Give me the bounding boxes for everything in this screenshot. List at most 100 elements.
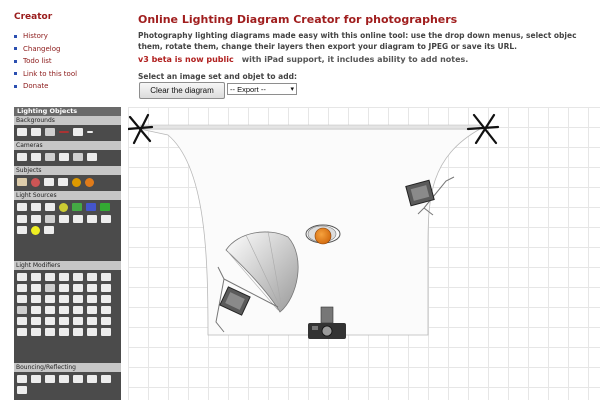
camera-icon[interactable] <box>17 153 27 161</box>
modifier-icon[interactable] <box>101 295 111 303</box>
light-icon[interactable] <box>86 203 96 211</box>
modifier-icon[interactable] <box>59 273 69 281</box>
modifier-icon[interactable] <box>101 273 111 281</box>
modifier-icon[interactable] <box>73 295 83 303</box>
clear-diagram-button[interactable]: Clear the diagram <box>139 82 225 99</box>
backdrop-icon[interactable] <box>87 131 93 133</box>
light-icon[interactable] <box>31 215 41 223</box>
modifier-icon[interactable] <box>59 306 69 314</box>
modifier-icon[interactable] <box>73 317 83 325</box>
backdrop-icon[interactable] <box>45 128 55 136</box>
modifier-icon[interactable] <box>31 273 41 281</box>
modifier-icon[interactable] <box>31 306 41 314</box>
modifier-icon[interactable] <box>45 295 55 303</box>
light-icon[interactable] <box>44 226 54 234</box>
modifier-icon[interactable] <box>45 306 55 314</box>
light-icon[interactable] <box>45 203 55 211</box>
subject-icon[interactable] <box>58 178 68 186</box>
backdrop-stand-right[interactable] <box>466 113 500 145</box>
backdrop-icon[interactable] <box>73 128 83 136</box>
light-icon[interactable] <box>17 203 27 211</box>
light-icon[interactable] <box>45 215 55 223</box>
modifier-icon[interactable] <box>87 317 97 325</box>
modifier-icon[interactable] <box>31 317 41 325</box>
reflector-icon[interactable] <box>73 375 83 383</box>
subject-icon[interactable] <box>44 178 54 186</box>
light-icon[interactable] <box>31 226 40 235</box>
modifier-icon[interactable] <box>59 317 69 325</box>
modifier-icon[interactable] <box>17 273 27 281</box>
nav-link-to-tool[interactable]: Link to this tool <box>14 68 77 81</box>
group-subjects: Subjects <box>14 166 121 190</box>
backdrop-icon[interactable] <box>17 128 27 136</box>
modifier-icon[interactable] <box>101 284 111 292</box>
light-icon[interactable] <box>17 215 27 223</box>
camera-icon[interactable] <box>59 153 69 161</box>
subject-icon[interactable] <box>72 178 81 187</box>
beta-link[interactable]: v3 beta is now public <box>138 55 234 64</box>
modifier-icon[interactable] <box>17 328 27 336</box>
modifier-icon[interactable] <box>101 306 111 314</box>
modifier-icon[interactable] <box>59 295 69 303</box>
reflector-icon[interactable] <box>17 375 27 383</box>
subject-icon[interactable] <box>31 178 40 187</box>
modifier-icon[interactable] <box>87 284 97 292</box>
backdrop-icon[interactable] <box>59 131 69 133</box>
light-icon[interactable] <box>101 215 111 223</box>
modifier-icon[interactable] <box>87 295 97 303</box>
light-icon[interactable] <box>17 226 27 234</box>
camera-icon[interactable] <box>31 153 41 161</box>
export-select[interactable]: -- Export -- ▾ <box>227 83 297 95</box>
nav-link-todo-list[interactable]: Todo list <box>14 55 77 68</box>
light-icon[interactable] <box>87 215 97 223</box>
modifier-icon[interactable] <box>101 328 111 336</box>
backdrop-icon[interactable] <box>31 128 41 136</box>
modifier-icon[interactable] <box>45 284 55 292</box>
subject-icon[interactable] <box>17 178 27 186</box>
nav-link-donate[interactable]: Donate <box>14 80 77 93</box>
modifier-icon[interactable] <box>17 317 27 325</box>
group-light-sources: Light Sources <box>14 191 121 238</box>
reflector-icon[interactable] <box>101 375 111 383</box>
modifier-icon[interactable] <box>73 306 83 314</box>
modifier-icon[interactable] <box>59 284 69 292</box>
modifier-icon[interactable] <box>87 273 97 281</box>
modifier-icon[interactable] <box>101 317 111 325</box>
camera-icon[interactable] <box>73 153 83 161</box>
panel-title: Lighting Objects <box>14 107 121 116</box>
modifier-icon[interactable] <box>17 306 27 314</box>
modifier-icon[interactable] <box>45 273 55 281</box>
modifier-icon[interactable] <box>73 284 83 292</box>
modifier-icon[interactable] <box>45 317 55 325</box>
light-icon[interactable] <box>59 203 68 212</box>
light-icon[interactable] <box>72 203 82 211</box>
reflector-icon[interactable] <box>31 375 41 383</box>
modifier-icon[interactable] <box>59 328 69 336</box>
modifier-icon[interactable] <box>73 273 83 281</box>
light-icon[interactable] <box>59 215 69 223</box>
camera-icon[interactable] <box>87 153 97 161</box>
nav-link-history[interactable]: History <box>14 30 77 43</box>
reflector-icon[interactable] <box>17 386 27 394</box>
modifier-icon[interactable] <box>73 328 83 336</box>
bouncing-icons <box>14 372 121 397</box>
modifier-icon[interactable] <box>45 328 55 336</box>
diagram-canvas[interactable] <box>126 107 600 400</box>
light-icon[interactable] <box>73 215 83 223</box>
modifier-icon[interactable] <box>87 328 97 336</box>
modifier-icon[interactable] <box>31 295 41 303</box>
modifier-icon[interactable] <box>17 295 27 303</box>
light-icon[interactable] <box>31 203 41 211</box>
export-select-value: -- Export -- <box>230 84 266 94</box>
reflector-icon[interactable] <box>59 375 69 383</box>
nav-link-changelog[interactable]: Changelog <box>14 43 77 56</box>
modifier-icon[interactable] <box>87 306 97 314</box>
modifier-icon[interactable] <box>31 328 41 336</box>
light-icon[interactable] <box>100 203 110 211</box>
reflector-icon[interactable] <box>87 375 97 383</box>
camera-icon[interactable] <box>45 153 55 161</box>
modifier-icon[interactable] <box>17 284 27 292</box>
subject-icon[interactable] <box>85 178 94 187</box>
reflector-icon[interactable] <box>45 375 55 383</box>
modifier-icon[interactable] <box>31 284 41 292</box>
